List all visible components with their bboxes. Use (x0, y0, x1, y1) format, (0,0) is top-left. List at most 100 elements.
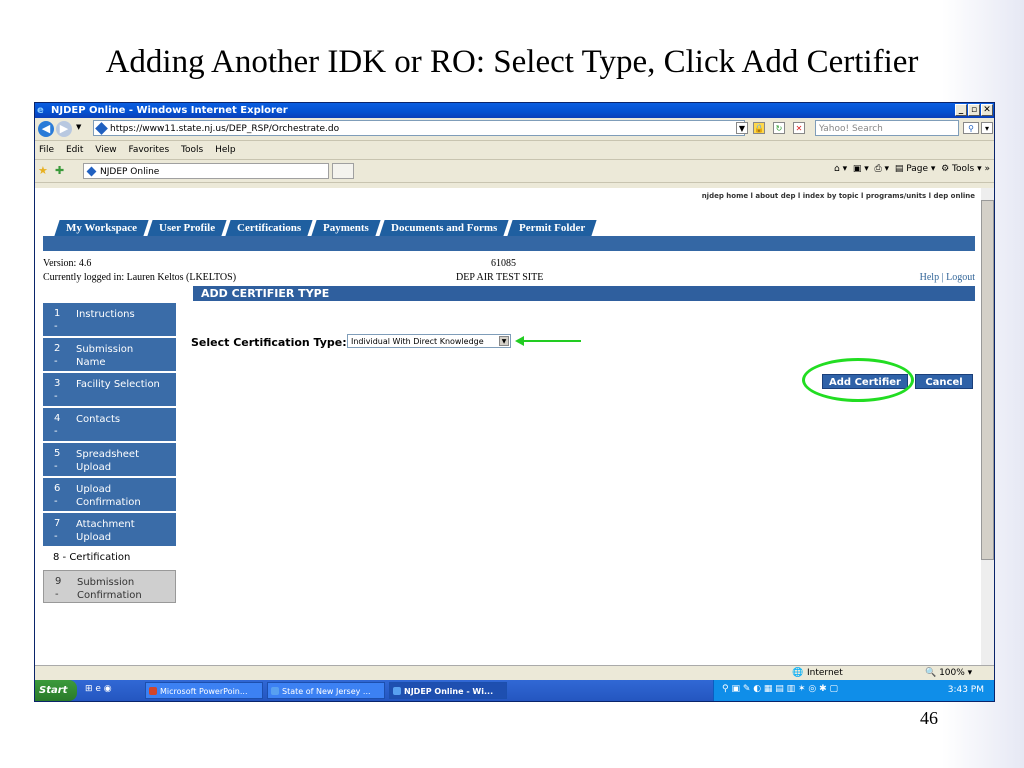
lock-icon[interactable]: 🔒 (753, 122, 765, 134)
back-button[interactable]: ◀ (38, 121, 54, 137)
cert-type-value: Individual With Direct Knowledge (351, 337, 484, 346)
close-button[interactable]: ✕ (981, 104, 993, 116)
step-number: 5 (54, 448, 61, 459)
menu-favorites[interactable]: Favorites (128, 145, 169, 155)
tab-payments[interactable]: Payments (311, 220, 381, 236)
annotation-arrow-icon (515, 336, 581, 346)
step-number: 9 (55, 576, 62, 587)
browser-tab[interactable]: NJDEP Online (83, 163, 329, 179)
ie-icon (393, 687, 401, 695)
task-label: Microsoft PowerPoin... (160, 687, 248, 696)
history-dropdown-icon[interactable]: ▼ (76, 123, 81, 131)
favorites-star-icon[interactable]: ★ (38, 164, 48, 177)
logout-link[interactable]: Logout (946, 272, 975, 283)
search-options-icon[interactable]: ▾ (981, 122, 993, 134)
version-text: Version: 4.6 (43, 258, 92, 269)
system-tray: ⚲ ▣ ✎ ◐ ▦ ▤ ▥ ✶ ◎ ✱ ▢ 3:43 PM (713, 680, 994, 701)
page-content: njdep home l about dep l index by topic … (35, 188, 981, 665)
maximize-button[interactable]: ▫ (968, 104, 980, 116)
tab-user-profile[interactable]: User Profile (147, 220, 227, 236)
tab-label: My Workspace (66, 222, 137, 234)
slide-title: Adding Another IDK or RO: Select Type, C… (105, 44, 919, 80)
step-dash: - (54, 391, 58, 402)
logged-in-text: Currently logged in: Lauren Keltos (LKEL… (43, 272, 237, 283)
title-bar: e NJDEP Online - Windows Internet Explor… (35, 103, 994, 118)
address-dropdown-icon[interactable]: ▼ (736, 122, 748, 134)
step-label: Attachment Upload (76, 519, 135, 543)
menu-tools[interactable]: Tools (181, 145, 203, 155)
help-link[interactable]: Help (920, 272, 939, 283)
menu-view[interactable]: View (95, 145, 116, 155)
refresh-icon[interactable]: ↻ (773, 122, 785, 134)
step-item[interactable]: 2 - Submission Name (43, 338, 176, 371)
zone-text: Internet (807, 668, 843, 678)
page-menu[interactable]: ▤ Page ▾ (895, 164, 936, 174)
forward-button[interactable]: ▶ (56, 121, 72, 137)
window-title: NJDEP Online - Windows Internet Explorer (51, 105, 288, 116)
step-item[interactable]: 5 - Spreadsheet Upload (43, 443, 176, 476)
step-dash: - (54, 496, 58, 507)
feeds-icon[interactable]: ▣ ▾ (853, 164, 869, 174)
step-dash: - (54, 321, 58, 332)
chevron-down-icon[interactable]: ▼ (499, 336, 509, 346)
add-favorite-icon[interactable]: ✚ (55, 164, 64, 177)
zoom-control[interactable]: 🔍 100% ▾ (925, 666, 972, 681)
new-tab-button[interactable] (332, 163, 354, 179)
step-dash: - (54, 461, 58, 472)
quick-launch-icons[interactable]: ⊞ e ◉ (85, 684, 112, 694)
search-input[interactable]: Yahoo! Search (815, 120, 959, 136)
site-icon (95, 122, 108, 135)
task-njdep-online[interactable]: NJDEP Online - Wi... (389, 682, 507, 699)
powerpoint-icon (149, 687, 157, 695)
step-number: 4 (54, 413, 61, 424)
step-list: 1 - Instructions 2 - Submission Name 3 - Facil… (43, 303, 176, 605)
tools-menu-label: Tools (952, 164, 975, 174)
step-item[interactable]: 7 - Attachment Upload (43, 513, 176, 546)
vertical-scrollbar[interactable] (981, 188, 994, 665)
tools-menu[interactable]: ⚙ Tools ▾ (941, 164, 982, 174)
cancel-button[interactable]: Cancel (915, 374, 973, 389)
clock: 3:43 PM (947, 685, 984, 695)
search-icon[interactable]: ⚲ (963, 122, 979, 134)
tab-my-workspace[interactable]: My Workspace (54, 220, 149, 236)
minimize-button[interactable]: _ (955, 104, 967, 116)
tab-permit-folder[interactable]: Permit Folder (507, 220, 598, 236)
menu-file[interactable]: File (39, 145, 54, 155)
step-label: Submission Name (76, 344, 134, 368)
slide-number: 46 (920, 708, 938, 728)
site-name: DEP AIR TEST SITE (456, 272, 544, 283)
start-label: Start (39, 685, 68, 696)
stop-icon[interactable]: ✕ (793, 122, 805, 134)
status-bar: 🌐 Internet 🔍 100% ▾ (35, 665, 994, 681)
more-icon[interactable]: » (984, 164, 990, 174)
section-header: ADD CERTIFIER TYPE (193, 286, 975, 301)
address-bar[interactable]: https://www11.state.nj.us/DEP_RSP/Orches… (93, 120, 745, 136)
tab-label: Documents and Forms (391, 222, 498, 234)
menu-help[interactable]: Help (215, 145, 236, 155)
step-item[interactable]: 6 - Upload Confirmation (43, 478, 176, 511)
command-bar: ⌂ ▾ ▣ ▾ ⎙ ▾ ▤ Page ▾ ⚙ Tools ▾ » (834, 164, 990, 174)
step-item[interactable]: 4 - Contacts (43, 408, 176, 441)
step-item[interactable]: 1 - Instructions (43, 303, 176, 336)
tab-label: Payments (323, 222, 370, 234)
start-button[interactable]: Start (35, 680, 77, 701)
step-number: 6 (54, 483, 61, 494)
tab-documents-and-forms[interactable]: Documents and Forms (379, 220, 510, 236)
home-icon[interactable]: ⌂ ▾ (834, 164, 847, 174)
task-state-of-nj[interactable]: State of New Jersey ... (267, 682, 385, 699)
tray-icons[interactable]: ⚲ ▣ ✎ ◐ ▦ ▤ ▥ ✶ ◎ ✱ ▢ (722, 684, 838, 694)
cert-type-select[interactable]: Individual With Direct Knowledge ▼ (347, 334, 511, 348)
print-icon[interactable]: ⎙ ▾ (874, 164, 889, 174)
top-links[interactable]: njdep home l about dep l index by topic … (702, 192, 975, 200)
tab-title: NJDEP Online (100, 167, 160, 177)
tab-label: User Profile (159, 222, 216, 234)
tab-certifications[interactable]: Certifications (225, 220, 313, 236)
ie-icon: e (37, 105, 44, 116)
page-menu-label: Page (906, 164, 928, 174)
scrollbar-thumb[interactable] (981, 200, 994, 560)
menu-edit[interactable]: Edit (66, 145, 83, 155)
task-powerpoint[interactable]: Microsoft PowerPoin... (145, 682, 263, 699)
step-item[interactable]: 3 - Facility Selection (43, 373, 176, 406)
tab-site-icon (86, 166, 97, 177)
step-dash: - (54, 426, 58, 437)
